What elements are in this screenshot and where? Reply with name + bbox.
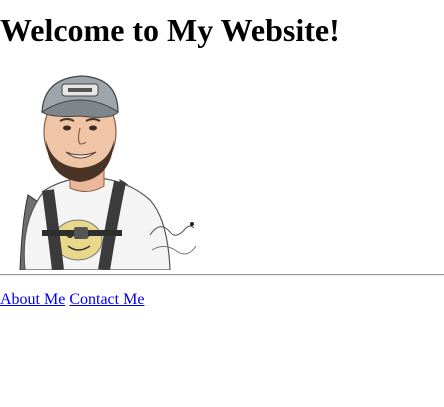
divider bbox=[0, 274, 444, 276]
page-title: Welcome to My Website! bbox=[0, 12, 340, 48]
contact-me-link[interactable]: Contact Me bbox=[69, 291, 144, 308]
nav-links: About Me Contact Me bbox=[0, 290, 144, 310]
portrait-image bbox=[0, 70, 200, 270]
about-me-link[interactable]: About Me bbox=[0, 291, 65, 308]
